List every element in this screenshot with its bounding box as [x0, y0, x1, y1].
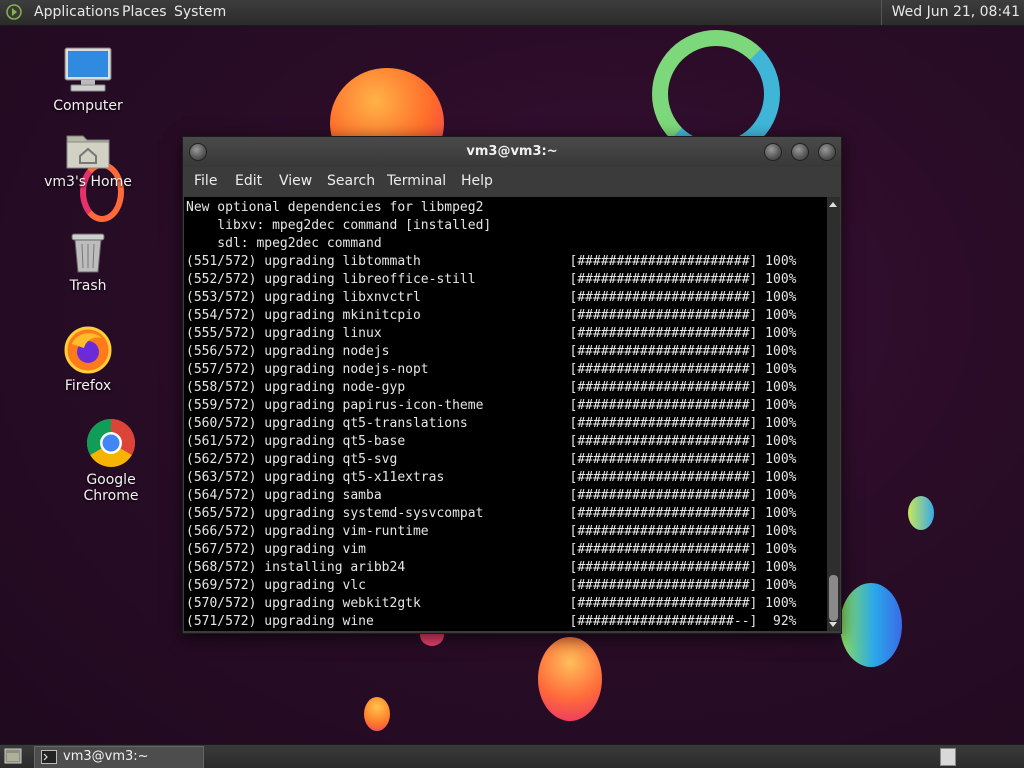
- menu-terminal[interactable]: Terminal: [387, 173, 446, 189]
- terminal-menubar: File Edit View Search Terminal Help: [183, 169, 841, 193]
- desktop-icon-chrome[interactable]: Google Chrome: [60, 418, 162, 504]
- menu-file[interactable]: File: [194, 173, 217, 189]
- menu-system[interactable]: System: [174, 4, 226, 20]
- menu-places[interactable]: Places: [122, 4, 167, 20]
- menu-applications[interactable]: Applications: [34, 4, 120, 20]
- maximize-button[interactable]: [791, 143, 809, 161]
- scroll-down-arrow-icon[interactable]: [829, 622, 837, 627]
- home-folder-icon: [66, 135, 110, 169]
- terminal-scrollbar[interactable]: [827, 197, 840, 631]
- trash-icon: [71, 233, 105, 273]
- chrome-icon: [86, 419, 136, 468]
- bottom-panel: vm3@vm3:~: [0, 744, 1024, 768]
- wallpaper-cyan-oval: [908, 496, 934, 530]
- desktop: Applications Places System Wed Jun 21, 0…: [0, 0, 1024, 768]
- terminal-output[interactable]: New optional dependencies for libmpeg2 l…: [184, 197, 827, 631]
- window-title: vm3@vm3:~: [466, 144, 558, 159]
- desktop-icon-home[interactable]: vm3's Home: [38, 130, 138, 190]
- computer-icon: [64, 47, 112, 92]
- close-button[interactable]: [818, 143, 836, 161]
- menu-edit[interactable]: Edit: [235, 173, 262, 189]
- taskbar-window-label: vm3@vm3:~: [63, 749, 149, 764]
- desktop-icon-computer[interactable]: Computer: [38, 46, 138, 114]
- desktop-icon-trash[interactable]: Trash: [38, 230, 138, 294]
- desktop-icon-label: Google Chrome: [83, 472, 139, 504]
- show-desktop-icon[interactable]: [4, 748, 22, 764]
- mate-logo-icon[interactable]: [6, 4, 22, 20]
- menu-search[interactable]: Search: [327, 173, 375, 189]
- terminal-icon: [41, 750, 57, 764]
- terminal-window: vm3@vm3:~ File Edit View Search Terminal…: [182, 136, 842, 634]
- menu-help[interactable]: Help: [461, 173, 493, 189]
- top-panel: Applications Places System Wed Jun 21, 0…: [0, 0, 1024, 26]
- terminal-text: New optional dependencies for libmpeg2 l…: [186, 200, 797, 629]
- menu-view[interactable]: View: [279, 173, 312, 189]
- taskbar-window-button[interactable]: vm3@vm3:~: [34, 746, 204, 768]
- desktop-icon-label: vm3's Home: [44, 174, 132, 190]
- wallpaper-pink-oval: [538, 637, 602, 721]
- clock[interactable]: Wed Jun 21, 08:41: [880, 0, 1024, 25]
- scroll-up-arrow-icon[interactable]: [829, 202, 837, 207]
- window-titlebar[interactable]: vm3@vm3:~: [183, 137, 841, 167]
- scrollbar-thumb[interactable]: [829, 575, 838, 621]
- wallpaper-small-oval: [364, 697, 390, 731]
- desktop-icon-label: Computer: [53, 98, 123, 114]
- minimize-button[interactable]: [764, 143, 782, 161]
- wallpaper-blue-oval: [840, 583, 902, 667]
- firefox-icon: [64, 326, 112, 374]
- desktop-icon-label: Firefox: [64, 378, 112, 394]
- workspace-switcher[interactable]: [940, 748, 956, 766]
- desktop-icon-label: Trash: [69, 278, 107, 294]
- desktop-icon-firefox[interactable]: Firefox: [38, 326, 138, 394]
